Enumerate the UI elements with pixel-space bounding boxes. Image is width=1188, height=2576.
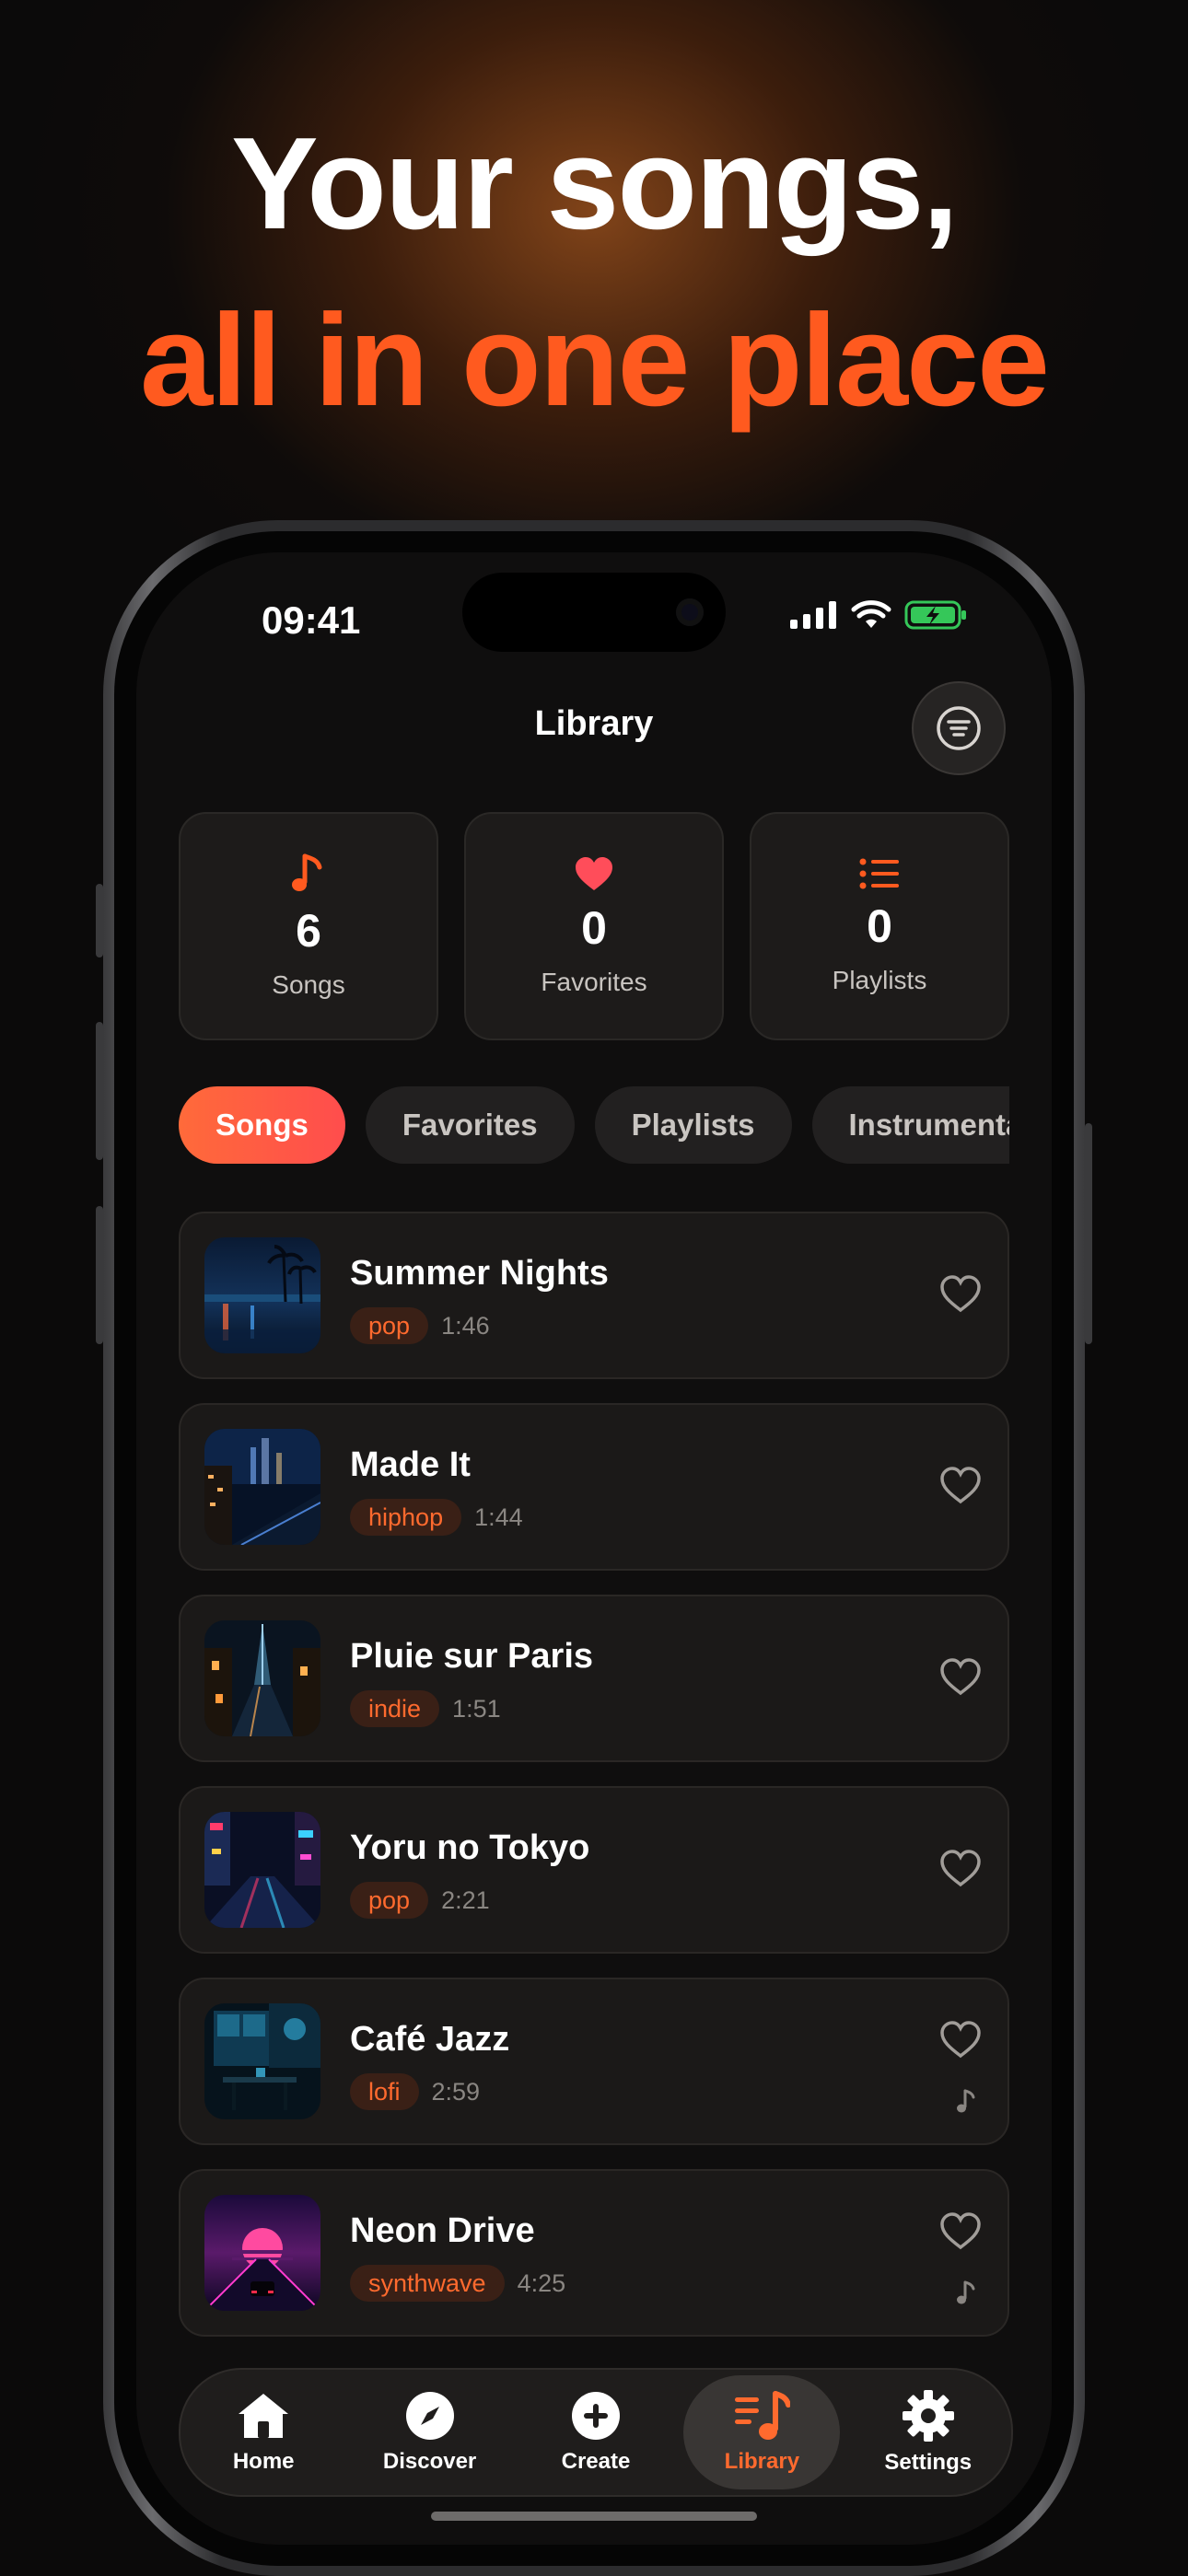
genre-tag[interactable]: indie: [350, 1690, 440, 1727]
plus-circle-icon: [571, 2392, 620, 2440]
song-duration: 1:46: [441, 1311, 490, 1340]
song-title: Yoru no Tokyo: [350, 1828, 590, 1867]
song-row[interactable]: Summer Nights pop 1:46: [179, 1212, 1009, 1379]
stat-playlists[interactable]: 0 Playlists: [750, 812, 1009, 1040]
song-duration: 1:51: [452, 1694, 501, 1723]
song-meta: lofi 2:59: [350, 2073, 480, 2110]
tab-bar-label: Library: [724, 2449, 800, 2474]
status-icons: [790, 600, 969, 630]
wifi-icon: [851, 600, 891, 628]
song-title: Café Jazz: [350, 2020, 510, 2059]
filter-button[interactable]: [912, 681, 1006, 775]
stat-value: 6: [296, 905, 321, 957]
song-duration: 4:25: [517, 2269, 566, 2297]
tab-bar-create[interactable]: Create: [518, 2375, 674, 2489]
instrumental-note-icon: [957, 2280, 975, 2304]
stat-value: 0: [581, 902, 607, 954]
genre-tag[interactable]: lofi: [350, 2073, 419, 2110]
stat-label: Favorites: [541, 968, 647, 996]
heart-outline-icon[interactable]: [939, 1274, 982, 1313]
tab-bar-home[interactable]: Home: [185, 2375, 342, 2489]
compass-icon: [405, 2392, 454, 2440]
heart-outline-icon[interactable]: [939, 1466, 982, 1504]
tab-bar-label: Discover: [382, 2449, 477, 2474]
song-duration: 2:59: [431, 2077, 481, 2106]
song-title: Pluie sur Paris: [350, 1637, 594, 1676]
filter-icon: [937, 706, 981, 750]
dynamic-island: [462, 573, 726, 652]
genre-tag[interactable]: pop: [350, 1307, 429, 1344]
library-icon: [735, 2391, 791, 2440]
album-art: [204, 1429, 320, 1545]
song-meta: pop 2:21: [350, 1882, 490, 1919]
music-note-icon: [292, 853, 322, 891]
stat-label: Songs: [272, 970, 345, 999]
album-art: [204, 2003, 320, 2119]
album-art: [204, 1620, 320, 1736]
song-title: Made It: [350, 1445, 471, 1484]
song-duration: 2:21: [441, 1886, 490, 1914]
signal-icon: [790, 601, 836, 629]
song-list: Summer Nights pop 1:46 Made It hiphop 1:…: [179, 1212, 1009, 2361]
filter-tabs: Songs Favorites Playlists Instrumental: [179, 1086, 1009, 1164]
song-row[interactable]: Café Jazz lofi 2:59: [179, 1978, 1009, 2145]
song-meta: indie 1:51: [350, 1690, 501, 1727]
status-time: 09:41: [262, 598, 361, 642]
song-row[interactable]: Made It hiphop 1:44: [179, 1403, 1009, 1571]
camera-icon: [676, 598, 704, 626]
song-row[interactable]: Yoru no Tokyo pop 2:21: [179, 1786, 1009, 1954]
power-button: [1085, 1123, 1092, 1344]
home-icon: [239, 2394, 289, 2438]
heart-outline-icon[interactable]: [939, 2211, 982, 2250]
volume-down-button: [96, 1206, 103, 1344]
tab-bar-label: Create: [561, 2449, 631, 2474]
headline-line-1: Your songs,: [231, 110, 959, 257]
volume-up-button: [96, 1022, 103, 1160]
tab-bar-label: Home: [232, 2449, 295, 2474]
song-row[interactable]: Pluie sur Paris indie 1:51: [179, 1595, 1009, 1762]
song-meta: hiphop 1:44: [350, 1499, 523, 1536]
song-duration: 1:44: [474, 1503, 523, 1531]
song-title: Neon Drive: [350, 2211, 535, 2250]
stat-label: Playlists: [832, 966, 927, 994]
song-row[interactable]: Neon Drive synthwave 4:25: [179, 2169, 1009, 2337]
tab-songs[interactable]: Songs: [179, 1086, 345, 1164]
battery-icon: [904, 600, 966, 630]
tab-bar-library[interactable]: Library: [683, 2375, 841, 2489]
stat-favorites[interactable]: 0 Favorites: [464, 812, 724, 1040]
tab-bar: Home Discover Create Library Settings: [179, 2368, 1013, 2497]
song-title: Summer Nights: [350, 1254, 609, 1293]
action-button: [96, 884, 103, 957]
song-meta: pop 1:46: [350, 1307, 490, 1344]
genre-tag[interactable]: synthwave: [350, 2265, 505, 2302]
app-screen: 09:41 Library 6 Songs 0 Favorites 0 Play…: [136, 552, 1052, 2545]
tab-instrumental[interactable]: Instrumental: [811, 1086, 1009, 1164]
stat-songs[interactable]: 6 Songs: [179, 812, 438, 1040]
genre-tag[interactable]: hiphop: [350, 1499, 462, 1536]
heart-outline-icon[interactable]: [939, 2020, 982, 2059]
home-indicator[interactable]: [431, 2512, 757, 2521]
stats-row: 6 Songs 0 Favorites 0 Playlists: [179, 812, 1009, 1040]
stat-value: 0: [867, 900, 892, 952]
tab-bar-discover[interactable]: Discover: [352, 2375, 508, 2489]
heart-icon: [576, 857, 612, 890]
album-art: [204, 1812, 320, 1928]
headline-line-2: all in one place: [140, 287, 1050, 434]
genre-tag[interactable]: pop: [350, 1882, 429, 1919]
list-icon: [859, 858, 899, 889]
gear-icon: [902, 2390, 954, 2442]
tab-bar-settings[interactable]: Settings: [850, 2375, 1007, 2489]
heart-outline-icon[interactable]: [939, 1849, 982, 1887]
instrumental-note-icon: [957, 2089, 975, 2113]
tab-playlists[interactable]: Playlists: [594, 1086, 792, 1164]
album-art: [204, 2195, 320, 2311]
tab-bar-label: Settings: [884, 2450, 973, 2475]
album-art: [204, 1237, 320, 1353]
heart-outline-icon[interactable]: [939, 1657, 982, 1696]
tab-favorites[interactable]: Favorites: [365, 1086, 575, 1164]
song-meta: synthwave 4:25: [350, 2265, 565, 2302]
